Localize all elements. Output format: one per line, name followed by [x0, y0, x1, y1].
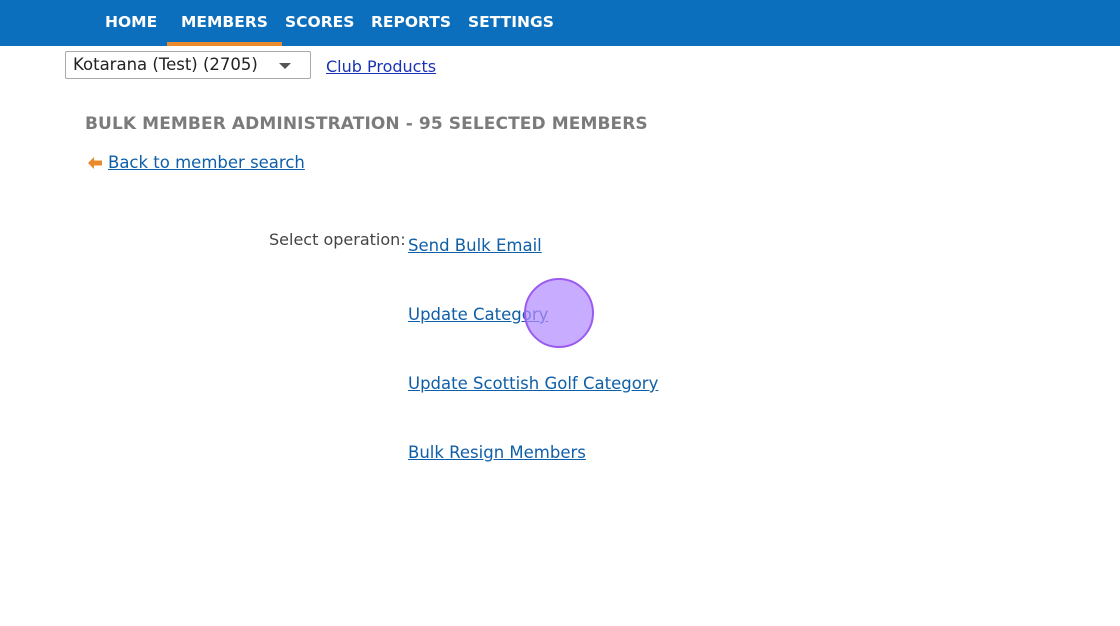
nav-item-settings[interactable]: SETTINGS [468, 0, 554, 46]
nav-item-scores[interactable]: SCORES [285, 0, 354, 46]
nav-item-members[interactable]: MEMBERS [167, 0, 282, 46]
top-navigation-bar: HOME MEMBERS SCORES REPORTS SETTINGS [0, 0, 1120, 46]
bulk-resign-members-link[interactable]: Bulk Resign Members [408, 443, 586, 462]
arrow-left-icon [88, 157, 102, 169]
update-scottish-golf-category-link[interactable]: Update Scottish Golf Category [408, 374, 658, 393]
back-to-member-search-link[interactable]: Back to member search [108, 153, 305, 172]
nav-item-home[interactable]: HOME [105, 0, 157, 46]
send-bulk-email-link[interactable]: Send Bulk Email [408, 236, 542, 255]
click-highlight [524, 278, 594, 348]
chevron-down-icon [279, 63, 291, 69]
club-select-dropdown[interactable]: Kotarana (Test) (2705) [65, 51, 311, 79]
club-products-link[interactable]: Club Products [326, 57, 436, 76]
select-operation-label: Select operation: [269, 230, 406, 249]
nav-item-reports[interactable]: REPORTS [371, 0, 451, 46]
club-select-value: Kotarana (Test) (2705) [73, 55, 258, 74]
page-title: BULK MEMBER ADMINISTRATION - 95 SELECTED… [85, 114, 648, 134]
